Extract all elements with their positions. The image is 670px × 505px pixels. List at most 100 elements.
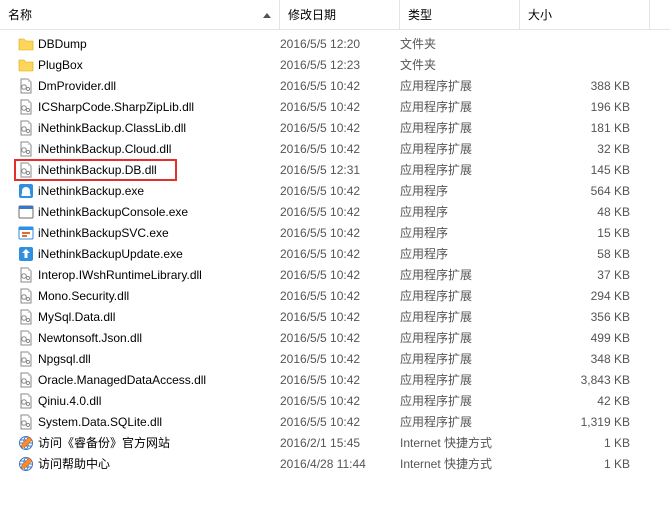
file-size-cell: 348 KB	[520, 352, 630, 366]
file-row[interactable]: iNethinkBackupUpdate.exe2016/5/5 10:42应用…	[0, 243, 670, 264]
file-row[interactable]: iNethinkBackup.exe2016/5/5 10:42应用程序564 …	[0, 180, 670, 201]
dll-icon	[18, 120, 34, 136]
file-name-label: DmProvider.dll	[38, 79, 116, 93]
file-size-cell: 1 KB	[520, 436, 630, 450]
file-name-cell: Interop.IWshRuntimeLibrary.dll	[18, 267, 280, 283]
file-size-cell: 1,319 KB	[520, 415, 630, 429]
file-name-label: iNethinkBackup.DB.dll	[38, 163, 157, 177]
file-size-cell: 1 KB	[520, 457, 630, 471]
file-size-cell: 32 KB	[520, 142, 630, 156]
file-size-cell: 48 KB	[520, 205, 630, 219]
file-row[interactable]: Oracle.ManagedDataAccess.dll2016/5/5 10:…	[0, 369, 670, 390]
file-name-cell: Newtonsoft.Json.dll	[18, 330, 280, 346]
file-row[interactable]: Npgsql.dll 2016/5/5 10:42应用程序扩展348 KB	[0, 348, 670, 369]
file-row[interactable]: System.Data.SQLite.dll2016/5/5 10:42应用程序…	[0, 411, 670, 432]
file-type-cell: 应用程序扩展	[400, 329, 520, 346]
column-header-size[interactable]: 大小	[520, 0, 650, 29]
file-name-cell: iNethinkBackup.ClassLib.dll	[18, 120, 280, 136]
file-name-label: DBDump	[38, 37, 87, 51]
dll-icon	[18, 162, 34, 178]
file-name-cell: iNethinkBackupSVC.exe	[18, 225, 280, 241]
file-row[interactable]: DmProvider.dll2016/5/5 10:42应用程序扩展388 KB	[0, 75, 670, 96]
file-date-cell: 2016/5/5 10:42	[280, 100, 400, 114]
file-type-cell: Internet 快捷方式	[400, 455, 520, 472]
file-row[interactable]: iNethinkBackupSVC.exe2016/5/5 10:42应用程序1…	[0, 222, 670, 243]
file-date-cell: 2016/5/5 10:42	[280, 331, 400, 345]
file-date-cell: 2016/5/5 10:42	[280, 373, 400, 387]
file-date-cell: 2016/5/5 10:42	[280, 121, 400, 135]
file-size-cell: 145 KB	[520, 163, 630, 177]
column-header-size-label: 大小	[528, 6, 552, 23]
dll-icon	[18, 141, 34, 157]
file-name-cell: System.Data.SQLite.dll	[18, 414, 280, 430]
folder-icon	[18, 57, 34, 73]
file-name-label: Npgsql.dll	[38, 352, 91, 366]
dll-icon	[18, 78, 34, 94]
file-name-cell: Mono.Security.dll	[18, 288, 280, 304]
file-type-cell: 应用程序扩展	[400, 350, 520, 367]
column-header-name-label: 名称	[8, 6, 32, 23]
file-date-cell: 2016/5/5 10:42	[280, 79, 400, 93]
file-type-cell: 应用程序扩展	[400, 266, 520, 283]
file-name-cell: iNethinkBackup.exe	[18, 183, 280, 199]
file-row[interactable]: Interop.IWshRuntimeLibrary.dll2016/5/5 1…	[0, 264, 670, 285]
file-row[interactable]: Mono.Security.dll2016/5/5 10:42应用程序扩展294…	[0, 285, 670, 306]
dll-icon	[18, 330, 34, 346]
file-size-cell: 388 KB	[520, 79, 630, 93]
file-name-cell: 访问帮助中心	[18, 455, 280, 472]
file-size-cell: 181 KB	[520, 121, 630, 135]
file-name-label: PlugBox	[38, 58, 83, 72]
file-row[interactable]: Qiniu.4.0.dll2016/5/5 10:42应用程序扩展42 KB	[0, 390, 670, 411]
file-type-cell: 应用程序	[400, 182, 520, 199]
exe-app-icon	[18, 183, 34, 199]
file-row[interactable]: iNethinkBackup.Cloud.dll2016/5/5 10:42应用…	[0, 138, 670, 159]
file-name-label: Mono.Security.dll	[38, 289, 129, 303]
file-date-cell: 2016/5/5 10:42	[280, 352, 400, 366]
column-header-date[interactable]: 修改日期	[280, 0, 400, 29]
file-size-cell: 37 KB	[520, 268, 630, 282]
file-name-cell: Npgsql.dll	[18, 351, 280, 367]
file-date-cell: 2016/5/5 12:23	[280, 58, 400, 72]
file-name-cell: ICSharpCode.SharpZipLib.dll	[18, 99, 280, 115]
file-row[interactable]: PlugBox 2016/5/5 12:23文件夹	[0, 54, 670, 75]
file-row[interactable]: MySql.Data.dll2016/5/5 10:42应用程序扩展356 KB	[0, 306, 670, 327]
file-date-cell: 2016/5/5 10:42	[280, 310, 400, 324]
exe-svc-icon	[18, 225, 34, 241]
dll-icon	[18, 99, 34, 115]
dll-icon	[18, 309, 34, 325]
file-row[interactable]: iNethinkBackupConsole.exe2016/5/5 10:42应…	[0, 201, 670, 222]
file-name-cell: iNethinkBackup.Cloud.dll	[18, 141, 280, 157]
file-row[interactable]: DBDump2016/5/5 12:20文件夹	[0, 33, 670, 54]
file-date-cell: 2016/5/5 10:42	[280, 205, 400, 219]
file-name-label: ICSharpCode.SharpZipLib.dll	[38, 100, 194, 114]
file-row[interactable]: iNethinkBackup.ClassLib.dll2016/5/5 10:4…	[0, 117, 670, 138]
file-name-label: iNethinkBackup.Cloud.dll	[38, 142, 171, 156]
column-header-type[interactable]: 类型	[400, 0, 520, 29]
file-date-cell: 2016/5/5 12:31	[280, 163, 400, 177]
file-name-label: iNethinkBackupConsole.exe	[38, 205, 188, 219]
file-size-cell: 58 KB	[520, 247, 630, 261]
column-header: 名称 修改日期 类型 大小	[0, 0, 670, 30]
column-header-name[interactable]: 名称	[0, 0, 280, 29]
file-size-cell: 3,843 KB	[520, 373, 630, 387]
file-name-cell: Oracle.ManagedDataAccess.dll	[18, 372, 280, 388]
file-row[interactable]: Newtonsoft.Json.dll2016/5/5 10:42应用程序扩展4…	[0, 327, 670, 348]
file-row[interactable]: 访问《睿备份》官方网站2016/2/1 15:45Internet 快捷方式1 …	[0, 432, 670, 453]
file-row[interactable]: iNethinkBackup.DB.dll 2016/5/5 12:31应用程序扩…	[0, 159, 670, 180]
file-type-cell: 文件夹	[400, 56, 520, 73]
file-name-cell: iNethinkBackupConsole.exe	[18, 204, 280, 220]
file-type-cell: 应用程序	[400, 245, 520, 262]
file-row[interactable]: 访问帮助中心2016/4/28 11:44Internet 快捷方式1 KB	[0, 453, 670, 474]
file-type-cell: 应用程序扩展	[400, 161, 520, 178]
file-date-cell: 2016/5/5 10:42	[280, 268, 400, 282]
file-row[interactable]: ICSharpCode.SharpZipLib.dll 2016/5/5 10:4…	[0, 96, 670, 117]
file-size-cell: 356 KB	[520, 310, 630, 324]
file-type-cell: 应用程序扩展	[400, 413, 520, 430]
dll-icon	[18, 351, 34, 367]
file-name-cell: DmProvider.dll	[18, 78, 280, 94]
file-type-cell: 应用程序扩展	[400, 119, 520, 136]
file-type-cell: 应用程序扩展	[400, 140, 520, 157]
file-type-cell: 应用程序扩展	[400, 308, 520, 325]
file-name-cell: MySql.Data.dll	[18, 309, 280, 325]
file-type-cell: 应用程序扩展	[400, 392, 520, 409]
